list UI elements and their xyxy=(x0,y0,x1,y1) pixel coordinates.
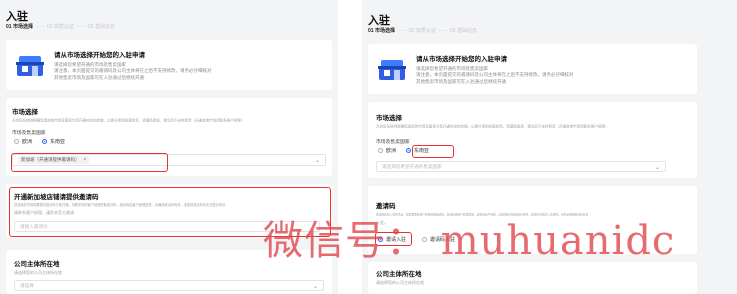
store-icon xyxy=(378,60,406,80)
market-section: 市场选择 开店后系统将根据您选择的市场及国家为您开通对应的店铺，以提升您的经营效… xyxy=(368,102,697,178)
country-select[interactable]: 请选择您希望开通的售卖国家 ⌄ xyxy=(376,161,666,172)
banner-line: 其他售卖市场及国家可在入驻通过后继续开通 xyxy=(54,74,144,80)
company-section: 公司主体所在地 请选择您的公司主体所在地 请选择 ⌄ xyxy=(6,250,332,294)
left-screenshot-panel: 入驻 01 市场选择 —— 02 资质认证 —— 03 基础信息 请从市场选择开… xyxy=(0,0,338,294)
radio-europe[interactable]: 欧洲 xyxy=(378,147,396,154)
banner-text: 请从市场选择开始您的入驻申请 请选择您希望开通的市场及售卖国家 请注意，本页面提… xyxy=(416,53,574,86)
radio-label: 东南亚 xyxy=(50,139,66,145)
company-desc: 请选择您的公司主体所在地 xyxy=(376,280,424,285)
page-title: 入驻 xyxy=(368,15,390,27)
market-sub-label: 市场及售卖国家 xyxy=(12,131,46,136)
banner-line: 请注意，本页面提交的邀请码及公司主体将在之后不支持修改，请务必仔细核对 xyxy=(54,68,212,74)
step-1: 01 市场选择 xyxy=(368,28,395,34)
radio-invite-code-entry[interactable]: 邀请码入驻 xyxy=(422,236,455,243)
step-indicator: 01 市场选择 —— 02 资质认证 —— 03 基础信息 xyxy=(6,23,115,31)
step-divider: —— xyxy=(438,27,448,34)
radio-circle xyxy=(14,139,19,144)
radio-label: 欧洲 xyxy=(22,139,33,145)
highlight-southeast-asia-option xyxy=(412,145,454,158)
radio-label: 邀请码入驻 xyxy=(430,237,456,243)
company-select[interactable]: 请选择 ⌄ xyxy=(14,280,324,291)
banner-title: 请从市场选择开始您的入驻申请 xyxy=(416,55,507,63)
highlight-invite-entry-option xyxy=(375,232,412,246)
invite-desc: 邀请码是您入驻的凭证，您需要联系客户经理获取邀请码，邀请码由客户经理发放，请联系… xyxy=(376,213,589,217)
store-icon xyxy=(16,56,44,76)
highlight-selected-country xyxy=(11,153,168,172)
step-2: 02 资质认证 xyxy=(408,28,436,34)
radio-southeast-asia[interactable]: 东南亚 xyxy=(42,138,65,145)
step-3: 03 基础信息 xyxy=(87,24,115,30)
intro-banner: 请从市场选择开始您的入驻申请 请选择您希望开通的市场及售卖国家 请注意，本页面提… xyxy=(368,44,697,94)
radio-label: 欧洲 xyxy=(386,148,397,154)
step-3: 03 基础信息 xyxy=(449,28,477,34)
banner-text: 请从市场选择开始您的入驻申请 请选择您希望开通的市场及售卖国家 请注意，本页面提… xyxy=(54,49,212,82)
market-desc: 开店后系统将根据您选择的市场及国家为您开通对应的店铺，以提升您的经营效率，请谨慎… xyxy=(376,124,609,129)
market-desc: 开店后系统将根据您选择的市场及国家为您开通对应的店铺，以提升您的经营效率，请谨慎… xyxy=(12,118,245,123)
select-placeholder: 请选择 xyxy=(20,282,34,288)
chevron-down-icon: ⌄ xyxy=(312,284,318,290)
radio-circle xyxy=(378,148,383,153)
chevron-down-icon: ⌄ xyxy=(654,165,660,171)
step-divider: —— xyxy=(397,27,407,34)
radio-circle-selected xyxy=(42,139,48,144)
radio-europe[interactable]: 欧洲 xyxy=(14,138,32,145)
invite-title: 邀请码 xyxy=(376,203,396,210)
company-title: 公司主体所在地 xyxy=(14,261,60,268)
highlight-invite-section xyxy=(9,187,331,237)
chevron-down-icon: ⌄ xyxy=(314,158,320,164)
banner-line: 请注意，本页面提交的邀请码及公司主体将在之后不支持修改，请务必仔细核对 xyxy=(416,72,574,78)
step-1: 01 市场选择 xyxy=(6,24,33,30)
invite-desc-2: 入驻。 xyxy=(376,220,388,225)
market-title: 市场选择 xyxy=(12,109,38,116)
radio-circle xyxy=(422,237,428,242)
radio-circle-selected xyxy=(406,148,412,153)
market-radio-group: 欧洲 东南亚 xyxy=(14,138,75,145)
market-title: 市场选择 xyxy=(376,115,402,122)
step-divider: —— xyxy=(35,23,45,30)
step-divider: —— xyxy=(76,23,86,30)
company-section: 公司主体所在地 请选择您的公司主体所在地 xyxy=(368,262,697,294)
intro-banner: 请从市场选择开始您的入驻申请 请选择您希望开通的市场及售卖国家 请注意，本页面提… xyxy=(6,40,332,90)
banner-line: 其他售卖市场及国家可在入驻通过后继续开通 xyxy=(416,78,506,84)
company-desc: 请选择您的公司主体所在地 xyxy=(14,270,62,275)
invite-section: 邀请码 邀请码是您入驻的凭证，您需要联系客户经理获取邀请码，邀请码由客户经理发放… xyxy=(368,186,697,254)
select-placeholder: 请选择您希望开通的售卖国家 xyxy=(382,163,442,169)
page-title: 入驻 xyxy=(6,11,28,23)
right-screenshot-panel: 入驻 01 市场选择 —— 02 资质认证 —— 03 基础信息 请从市场选择开… xyxy=(362,0,737,294)
step-2: 02 资质认证 xyxy=(46,24,74,30)
market-sub-label: 市场及售卖国家 xyxy=(376,140,410,145)
banner-title: 请从市场选择开始您的入驻申请 xyxy=(54,51,145,59)
company-title: 公司主体所在地 xyxy=(376,271,422,278)
step-indicator: 01 市场选择 —— 02 资质认证 —— 03 基础信息 xyxy=(368,27,477,35)
